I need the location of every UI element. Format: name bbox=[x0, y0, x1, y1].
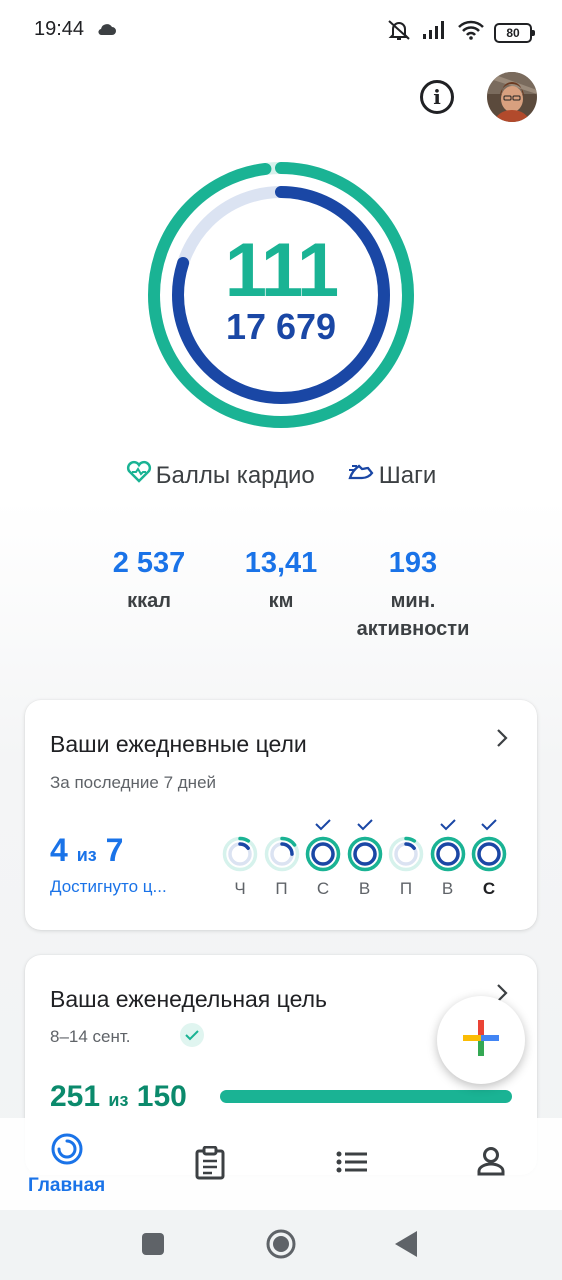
day-ring bbox=[430, 836, 465, 872]
day-ring bbox=[347, 836, 382, 872]
day-ring bbox=[388, 836, 424, 872]
weekly-progress-bar bbox=[220, 1090, 512, 1103]
day-inner-progress bbox=[477, 842, 501, 866]
status-bar: 19:44 80 bbox=[0, 0, 562, 62]
daily-goals-count: 4 из 7 bbox=[50, 832, 123, 869]
checkmark-icon bbox=[303, 818, 343, 836]
day-ring bbox=[222, 836, 258, 872]
heart-points-value: 111 bbox=[224, 228, 339, 313]
day-label: В bbox=[358, 879, 371, 898]
day-goal-6: С bbox=[469, 818, 509, 899]
day-inner-progress bbox=[435, 842, 460, 866]
day-goal-1: П bbox=[262, 818, 302, 899]
daily-goal-days: ЧПСВПВС bbox=[220, 818, 510, 908]
weekly-value: 251 bbox=[50, 1080, 101, 1113]
checkmark-icon bbox=[428, 818, 468, 836]
day-label: С bbox=[482, 879, 496, 898]
ring-values: 111 17 679 bbox=[146, 160, 416, 430]
day-goal-3: В bbox=[345, 818, 385, 899]
day-inner-progress bbox=[352, 842, 377, 866]
day-label: П bbox=[275, 879, 288, 898]
checkmark-icon bbox=[345, 818, 385, 836]
active-minutes-stat: 193 мин. активности bbox=[333, 545, 493, 643]
day-label: В bbox=[441, 879, 454, 898]
day-goal-0: Ч bbox=[220, 818, 260, 899]
home-icon bbox=[50, 1132, 84, 1171]
nav-home[interactable]: Главная bbox=[28, 1132, 105, 1197]
checkmark-icon bbox=[469, 818, 509, 836]
nav-browse[interactable] bbox=[336, 1150, 368, 1179]
daily-goals-subtitle: За последние 7 дней bbox=[50, 773, 217, 792]
daily-goals-card[interactable]: Ваши ежедневные цели За последние 7 дней… bbox=[25, 700, 537, 930]
shoe-icon bbox=[347, 460, 375, 491]
day-inner-progress bbox=[311, 842, 335, 866]
recents-icon[interactable] bbox=[142, 1233, 164, 1260]
weekly-goal-dates: 8–14 сент. bbox=[50, 1027, 131, 1046]
legend-heart-points: Баллы кардио bbox=[126, 460, 315, 491]
bottom-navigation: Главная bbox=[0, 1118, 562, 1210]
day-ring bbox=[264, 836, 299, 872]
day-goal-5: В bbox=[428, 818, 468, 899]
add-button[interactable] bbox=[437, 996, 525, 1084]
wifi-icon bbox=[458, 20, 484, 45]
heart-icon bbox=[126, 460, 152, 491]
back-icon[interactable] bbox=[395, 1231, 417, 1262]
journal-icon bbox=[194, 1145, 226, 1185]
day-goal-4: П bbox=[386, 818, 426, 899]
home-button-icon[interactable] bbox=[265, 1228, 297, 1265]
legend-heart-label: Баллы кардио bbox=[155, 461, 315, 489]
info-icon[interactable]: i bbox=[420, 80, 454, 114]
weekly-target: 150 bbox=[136, 1080, 187, 1113]
steps-value: 17 679 bbox=[225, 306, 337, 347]
legend-steps: Шаги bbox=[347, 460, 437, 491]
nav-journal[interactable] bbox=[194, 1145, 226, 1185]
day-check-empty bbox=[262, 818, 302, 836]
daily-total: 7 bbox=[105, 832, 124, 868]
weekly-goal-title: Ваша еженедельная цель bbox=[50, 986, 327, 1012]
daily-goals-title: Ваши ежедневные цели bbox=[50, 731, 307, 757]
day-ring bbox=[305, 836, 341, 872]
cloud-icon bbox=[97, 22, 117, 41]
day-label: Ч bbox=[234, 879, 246, 898]
avatar[interactable] bbox=[487, 72, 537, 122]
daily-of-label: из bbox=[76, 845, 97, 865]
silent-icon bbox=[386, 18, 412, 47]
active-minutes-label: мин. активности bbox=[356, 590, 470, 640]
status-time: 19:44 bbox=[34, 18, 85, 40]
day-goal-2: С bbox=[303, 818, 343, 899]
active-minutes-value: 193 bbox=[388, 547, 438, 579]
profile-icon bbox=[476, 1146, 506, 1181]
weekly-goal-count: 251 из 150 bbox=[50, 1080, 187, 1114]
status-icons: 80 bbox=[386, 18, 535, 47]
battery-icon: 80 bbox=[494, 22, 535, 43]
day-label: П bbox=[399, 879, 413, 898]
day-label: С bbox=[316, 879, 330, 898]
system-navigation-bar bbox=[0, 1210, 562, 1280]
achieved-goals-link[interactable]: Достигнуто ц... bbox=[50, 877, 167, 897]
plus-icon bbox=[461, 1018, 501, 1063]
signal-icon bbox=[422, 20, 448, 45]
weekly-of-label: из bbox=[108, 1090, 129, 1110]
browse-icon bbox=[336, 1150, 368, 1179]
rings-legend: Баллы кардио Шаги bbox=[0, 460, 562, 491]
chevron-right-icon[interactable] bbox=[495, 728, 509, 753]
day-ring bbox=[471, 836, 507, 872]
nav-home-label: Главная bbox=[28, 1175, 106, 1196]
day-check-empty bbox=[386, 818, 426, 836]
daily-achieved: 4 bbox=[50, 832, 68, 868]
check-badge-icon bbox=[180, 1023, 204, 1047]
nav-profile[interactable] bbox=[476, 1146, 506, 1181]
day-check-empty bbox=[220, 818, 260, 836]
legend-steps-label: Шаги bbox=[378, 461, 437, 489]
